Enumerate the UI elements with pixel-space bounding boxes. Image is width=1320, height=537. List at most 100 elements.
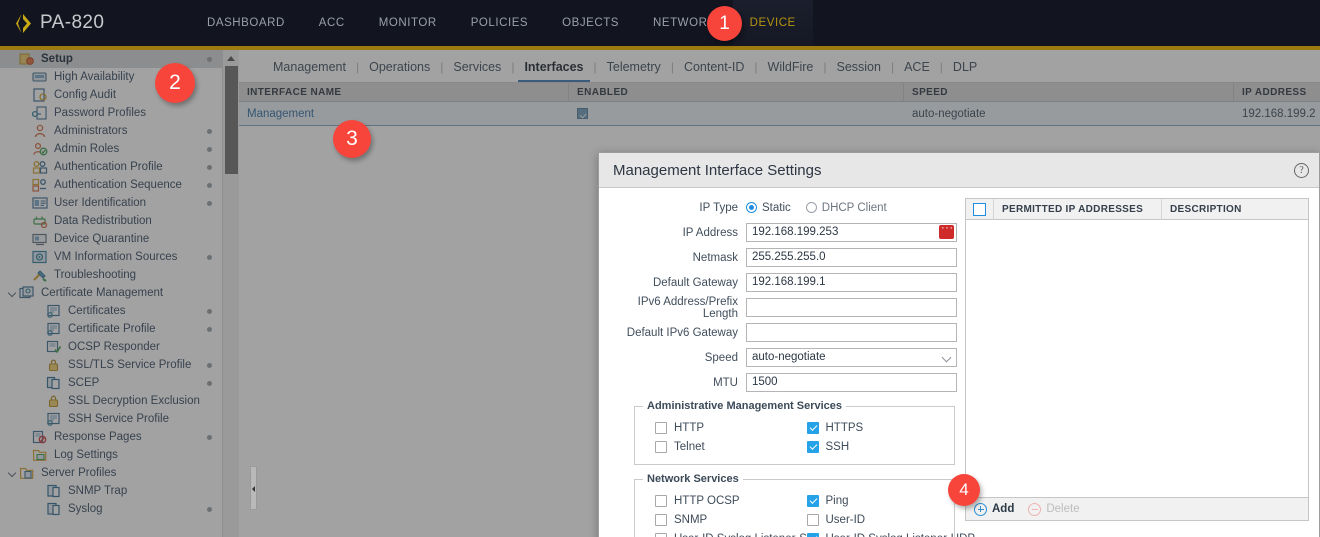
- mtu-row: MTU 1500: [611, 373, 957, 392]
- delete-button[interactable]: Delete: [1028, 502, 1080, 516]
- checkbox-label: User-ID Syslog Listener-UDP: [826, 533, 976, 537]
- checkbox-indicator[interactable]: [806, 421, 819, 434]
- mtu-input[interactable]: 1500: [746, 373, 957, 392]
- nav-item-monitor[interactable]: MONITOR: [362, 0, 454, 46]
- netmask-row: Netmask 255.255.255.0: [611, 248, 957, 267]
- ip-type-label: IP Type: [699, 201, 738, 214]
- ipv6-address-prefix-length-input-wrap: [746, 298, 957, 317]
- permitted-ip-addresses-table: PERMITTED IP ADDRESSES DESCRIPTION Add D…: [965, 198, 1309, 521]
- help-circle-icon[interactable]: ?: [1294, 162, 1309, 178]
- application-window: PA-820 DASHBOARD ACC MONITOR POLICIES OBJECT…: [0, 0, 1320, 537]
- checkbox-indicator[interactable]: [655, 421, 667, 434]
- radio-label: Static: [762, 201, 791, 214]
- speed-select-wrap: auto-negotiate: [746, 348, 957, 367]
- ip-address-input-wrap: 192.168.199.253: [746, 222, 957, 242]
- checkbox-label: Ping: [825, 494, 849, 507]
- speed-row: Speed auto-negotiate: [611, 348, 957, 367]
- administrative-management-services-group: Administrative Management Services HTTP H…: [634, 400, 955, 465]
- checkbox-indicator[interactable]: [655, 440, 667, 453]
- checkbox-snmp[interactable]: SNMP: [643, 510, 795, 529]
- ipv6-address-prefix-length-row: IPv6 Address/Prefix Length: [611, 296, 957, 320]
- netmask-input[interactable]: 255.255.255.0: [746, 248, 957, 267]
- step-badge-2: 2: [155, 63, 195, 103]
- step-badge-3: 3: [333, 120, 371, 158]
- permitted-table-header: PERMITTED IP ADDRESSES DESCRIPTION: [966, 198, 1308, 220]
- netmask-label: Netmask: [692, 251, 738, 264]
- checkbox-indicator[interactable]: [655, 532, 667, 537]
- radio-indicator[interactable]: [805, 202, 817, 213]
- radio-label: DHCP Client: [821, 201, 887, 214]
- dialog-title: Management Interface Settings: [613, 161, 822, 179]
- ip-address-label: IP Address: [682, 226, 738, 239]
- top-navigation-bar: PA-820 DASHBOARD ACC MONITOR POLICIES OBJECT…: [0, 0, 1320, 46]
- mtu-input-wrap: 1500: [746, 373, 957, 392]
- checkbox-user-id[interactable]: User-ID: [795, 510, 947, 529]
- nav-item-acc[interactable]: ACC: [302, 0, 362, 46]
- checkbox-indicator[interactable]: [806, 494, 819, 507]
- product-logo: PA-820: [0, 12, 190, 34]
- radio-indicator[interactable]: [746, 202, 757, 213]
- mtu-label: MTU: [713, 376, 738, 389]
- add-button-label: Add: [992, 503, 1015, 515]
- column-permitted-ip-addresses: PERMITTED IP ADDRESSES: [994, 198, 1162, 220]
- add-button[interactable]: Add: [974, 502, 1015, 516]
- checkbox-indicator[interactable]: [655, 513, 667, 526]
- default-ipv6-gateway-input[interactable]: [746, 323, 957, 342]
- nav-item-policies[interactable]: POLICIES: [454, 0, 545, 46]
- ip-type-option-static[interactable]: Static: [746, 202, 791, 214]
- checkbox-user-id-syslog-listener-ssl[interactable]: User-ID Syslog Listener-SSL: [643, 529, 821, 537]
- select-all-cell[interactable]: [966, 198, 994, 220]
- checkbox-label: User-ID: [825, 513, 866, 526]
- ip-type-option-dhcp-client[interactable]: DHCP Client: [805, 201, 887, 214]
- speed-label: Speed: [704, 351, 738, 364]
- plus-circle-icon: [974, 502, 987, 516]
- default-gateway-label: Default Gateway: [652, 276, 738, 289]
- step-badge-4: 4: [948, 474, 980, 506]
- dialog-right-column: PERMITTED IP ADDRESSES DESCRIPTION Add D…: [957, 198, 1309, 537]
- admin-services-checkboxes: HTTP HTTPS Telnet SSH: [643, 418, 946, 456]
- speed-select[interactable]: auto-negotiate: [746, 348, 957, 367]
- sidebar-collapse-handle[interactable]: [250, 466, 257, 510]
- nav-item-device[interactable]: DEVICE: [732, 0, 813, 46]
- checkbox-label: Telnet: [674, 440, 705, 453]
- nav-item-objects[interactable]: OBJECTS: [545, 0, 636, 46]
- nav-item-dashboard[interactable]: DASHBOARD: [190, 0, 302, 46]
- step-badge-1: 1: [707, 6, 742, 41]
- ip-type-radio-group: Static DHCP Client: [746, 202, 887, 214]
- dialog-title-bar: Management Interface Settings ?: [599, 153, 1319, 188]
- select-all-checkbox[interactable]: [973, 202, 986, 216]
- dialog-left-column: IP Type Static DHCP Client IP Address 192.…: [599, 198, 975, 537]
- default-gateway-row: Default Gateway 192.168.199.1: [611, 273, 957, 292]
- checkbox-ssh[interactable]: SSH: [795, 437, 947, 456]
- default-ipv6-gateway-label: Default IPv6 Gateway: [626, 326, 738, 339]
- checkbox-telnet[interactable]: Telnet: [643, 437, 795, 456]
- checkbox-https[interactable]: HTTPS: [795, 418, 947, 437]
- checkbox-label: SSH: [825, 440, 850, 453]
- checkbox-http-ocsp[interactable]: HTTP OCSP: [643, 491, 795, 510]
- palo-alto-hex-icon: [14, 13, 33, 34]
- column-description: DESCRIPTION: [1170, 203, 1242, 215]
- network-services-checkboxes: HTTP OCSP Ping SNMP User-ID User-ID Syslog L…: [643, 491, 975, 537]
- checkbox-indicator[interactable]: [806, 532, 819, 537]
- netmask-input-wrap: 255.255.255.0: [746, 248, 957, 267]
- ip-address-row: IP Address 192.168.199.253: [611, 222, 957, 242]
- dialog-field-rows: IP Address 192.168.199.253 Netmask 255.255.…: [611, 222, 957, 342]
- checkbox-user-id-syslog-listener-udp[interactable]: User-ID Syslog Listener-UDP: [795, 529, 975, 537]
- checkbox-http[interactable]: HTTP: [643, 418, 795, 437]
- product-name: PA-820: [40, 12, 105, 33]
- network-services-legend: Network Services: [647, 473, 739, 485]
- checkbox-indicator[interactable]: [806, 513, 819, 526]
- permitted-table-footer: Add Delete: [966, 497, 1308, 520]
- default-gateway-input[interactable]: 192.168.199.1: [746, 273, 957, 292]
- ip-address-input[interactable]: 192.168.199.253: [746, 223, 957, 242]
- checkbox-label: SNMP: [674, 513, 708, 526]
- checkbox-ping[interactable]: Ping: [795, 491, 947, 510]
- checkbox-label: HTTP OCSP: [674, 494, 740, 507]
- checkbox-label: HTTPS: [825, 421, 864, 434]
- ip-type-row: IP Type Static DHCP Client: [611, 198, 957, 217]
- delete-button-label: Delete: [1046, 503, 1080, 515]
- checkbox-indicator[interactable]: [655, 494, 667, 507]
- ip-address-validation-icon[interactable]: [939, 222, 954, 239]
- ipv6-address-prefix-length-input[interactable]: [746, 298, 957, 317]
- checkbox-indicator[interactable]: [806, 440, 819, 453]
